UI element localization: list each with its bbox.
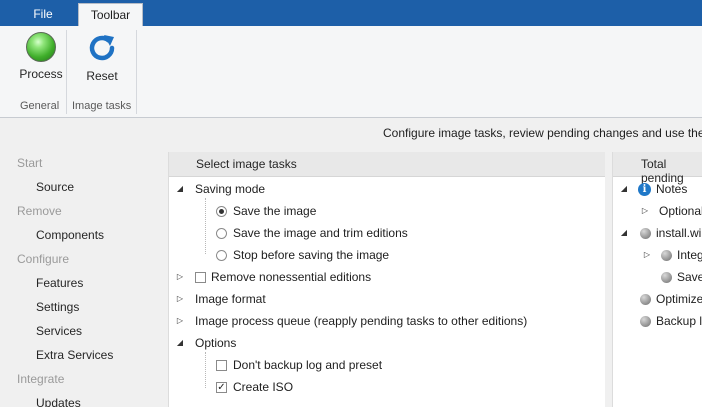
image-tasks-header: Select image tasks [169, 152, 605, 177]
nav-item-components[interactable]: Components [36, 225, 104, 245]
pending-status-icon [640, 228, 651, 239]
group-separator [136, 30, 137, 114]
tree-guide-line [205, 352, 206, 388]
pending-item-optionally[interactable]: Optionally [659, 201, 702, 221]
process-button-label: Process [19, 67, 63, 81]
description-bar: Configure image tasks, review pending ch… [0, 119, 702, 150]
refresh-icon [89, 35, 115, 61]
process-icon [26, 32, 56, 62]
nav-item-source[interactable]: Source [36, 177, 74, 197]
expand-arrow-icon[interactable]: ▷ [640, 201, 650, 221]
nav-item-features[interactable]: Features [36, 273, 83, 293]
expand-arrow-icon[interactable]: ▷ [175, 311, 185, 331]
pending-item-save[interactable]: Save [677, 267, 702, 287]
image-tasks-panel: Select image tasks ◢ Saving mode Save th… [168, 152, 605, 407]
option-save-image-label[interactable]: Save the image [233, 201, 316, 221]
pending-item-integ[interactable]: Integ [677, 245, 702, 265]
group-separator [66, 30, 67, 114]
pending-item-optimize[interactable]: Optimize i [656, 289, 702, 309]
image-tasks-header-label: Select image tasks [196, 157, 297, 171]
nav-section-configure[interactable]: Configure [17, 249, 69, 269]
option-stop-before-label[interactable]: Stop before saving the image [233, 245, 389, 265]
nav-section-remove[interactable]: Remove [17, 201, 62, 221]
ribbon-tab-bar: File Toolbar [0, 0, 702, 26]
group-label-general: General [20, 100, 60, 112]
radio-save-trim[interactable] [216, 228, 227, 239]
tree-item-remove-nonessential[interactable]: Remove nonessential editions [211, 267, 371, 287]
collapse-arrow-icon[interactable]: ◢ [175, 179, 185, 199]
nav-section-start[interactable]: Start [17, 153, 42, 173]
expand-arrow-icon[interactable]: ▷ [175, 289, 185, 309]
tree-item-options[interactable]: Options [195, 333, 236, 353]
ribbon-panel: Process Reset General Image tasks [0, 26, 702, 118]
panel-splitter[interactable] [605, 152, 612, 407]
checkbox-remove-nonessential[interactable] [195, 272, 206, 283]
tab-toolbar[interactable]: Toolbar [78, 3, 143, 26]
collapse-arrow-icon[interactable]: ◢ [175, 333, 185, 353]
tab-file[interactable]: File [16, 3, 70, 26]
pending-status-icon [640, 316, 651, 327]
pending-item-install-wim[interactable]: install.wim [656, 223, 702, 243]
reset-button[interactable]: Reset [76, 32, 128, 84]
process-button[interactable]: Process [15, 32, 67, 84]
option-dont-backup-label[interactable]: Don't backup log and preset [233, 355, 382, 375]
checkbox-create-iso[interactable]: ✓ [216, 382, 227, 393]
tree-item-saving-mode[interactable]: Saving mode [195, 179, 265, 199]
radio-save-image[interactable] [216, 206, 227, 217]
pending-status-icon [661, 272, 672, 283]
pending-status-icon [640, 294, 651, 305]
pending-item-backup[interactable]: Backup lo [656, 311, 702, 331]
nav-section-integrate[interactable]: Integrate [17, 369, 64, 389]
pending-status-icon [661, 250, 672, 261]
tree-item-image-format[interactable]: Image format [195, 289, 266, 309]
checkbox-dont-backup[interactable] [216, 360, 227, 371]
collapse-arrow-icon[interactable]: ◢ [619, 179, 629, 199]
radio-stop-before[interactable] [216, 250, 227, 261]
tree-guide-line [205, 198, 206, 254]
nav-item-services[interactable]: Services [36, 321, 82, 341]
page-description: Configure image tasks, review pending ch… [383, 126, 702, 140]
nav-item-extra-services[interactable]: Extra Services [36, 345, 113, 365]
option-save-trim-label[interactable]: Save the image and trim editions [233, 223, 408, 243]
group-label-image-tasks: Image tasks [72, 100, 132, 112]
info-icon: i [638, 183, 651, 196]
pending-changes-header: Total pending [613, 152, 702, 185]
pending-item-notes[interactable]: Notes [656, 179, 687, 199]
collapse-arrow-icon[interactable]: ◢ [619, 223, 629, 243]
tree-item-process-queue[interactable]: Image process queue (reapply pending tas… [195, 311, 527, 331]
reset-button-label: Reset [86, 69, 118, 83]
nav-item-updates[interactable]: Updates [36, 393, 81, 407]
expand-arrow-icon[interactable]: ▷ [175, 267, 185, 287]
pending-changes-panel: Total pending ◢ i Notes ▷ Optionally ◢ i… [612, 152, 702, 407]
option-create-iso-label[interactable]: Create ISO [233, 377, 293, 397]
expand-arrow-icon[interactable]: ▷ [642, 245, 652, 265]
nav-item-settings[interactable]: Settings [36, 297, 79, 317]
wizard-navigation: Start Source Remove Components Configure… [0, 150, 166, 407]
